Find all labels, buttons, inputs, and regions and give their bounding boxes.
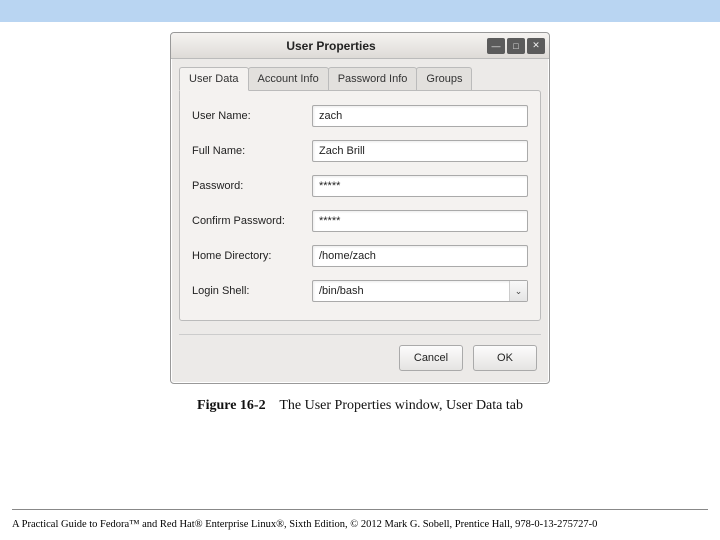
row-fullname: Full Name:: [192, 140, 528, 162]
row-confirm-password: Confirm Password:: [192, 210, 528, 232]
titlebar: User Properties — □ ✕: [171, 33, 549, 59]
figure-label: Figure 16-2: [197, 398, 266, 413]
figure-wrap: User Properties — □ ✕ User Data Account …: [0, 22, 720, 414]
minimize-icon: —: [492, 41, 501, 51]
row-username: User Name:: [192, 105, 528, 127]
footer-text: A Practical Guide to Fedora™ and Red Hat…: [12, 519, 708, 530]
label-confirm-password: Confirm Password:: [192, 215, 312, 227]
row-home-directory: Home Directory:: [192, 245, 528, 267]
close-icon: ✕: [532, 40, 540, 51]
tab-panel-user-data: User Name: Full Name: Password: Confirm …: [179, 90, 541, 321]
maximize-button[interactable]: □: [507, 38, 525, 54]
figure-caption: Figure 16-2 The User Properties window, …: [197, 398, 523, 414]
cancel-button[interactable]: Cancel: [399, 345, 463, 371]
combo-login-shell-value: /bin/bash: [313, 285, 509, 297]
input-password[interactable]: [312, 175, 528, 197]
combo-login-shell-arrow[interactable]: ⌄: [509, 281, 527, 301]
ok-button[interactable]: OK: [473, 345, 537, 371]
window-controls: — □ ✕: [487, 38, 545, 54]
tab-user-data[interactable]: User Data: [179, 67, 249, 91]
row-login-shell: Login Shell: /bin/bash ⌄: [192, 280, 528, 302]
combo-login-shell[interactable]: /bin/bash ⌄: [312, 280, 528, 302]
input-fullname[interactable]: [312, 140, 528, 162]
label-password: Password:: [192, 180, 312, 192]
window-title: User Properties: [175, 39, 487, 53]
tab-strip: User Data Account Info Password Info Gro…: [171, 59, 549, 91]
row-password: Password:: [192, 175, 528, 197]
tab-account-info[interactable]: Account Info: [248, 67, 329, 91]
tab-password-info[interactable]: Password Info: [328, 67, 418, 91]
minimize-button[interactable]: —: [487, 38, 505, 54]
label-username: User Name:: [192, 110, 312, 122]
input-username[interactable]: [312, 105, 528, 127]
close-button[interactable]: ✕: [527, 38, 545, 54]
chevron-down-icon: ⌄: [515, 286, 523, 297]
maximize-icon: □: [513, 41, 518, 51]
figure-text: The User Properties window, User Data ta…: [279, 398, 523, 413]
label-home-directory: Home Directory:: [192, 250, 312, 262]
dialog-button-row: Cancel OK: [171, 335, 549, 383]
user-properties-window: User Properties — □ ✕ User Data Account …: [170, 32, 550, 384]
footer-divider: [12, 509, 708, 510]
input-home-directory[interactable]: [312, 245, 528, 267]
label-fullname: Full Name:: [192, 145, 312, 157]
label-login-shell: Login Shell:: [192, 285, 312, 297]
slide-top-bar: [0, 0, 720, 22]
input-confirm-password[interactable]: [312, 210, 528, 232]
cancel-button-label: Cancel: [414, 352, 448, 364]
tab-groups[interactable]: Groups: [416, 67, 472, 91]
ok-button-label: OK: [497, 352, 513, 364]
